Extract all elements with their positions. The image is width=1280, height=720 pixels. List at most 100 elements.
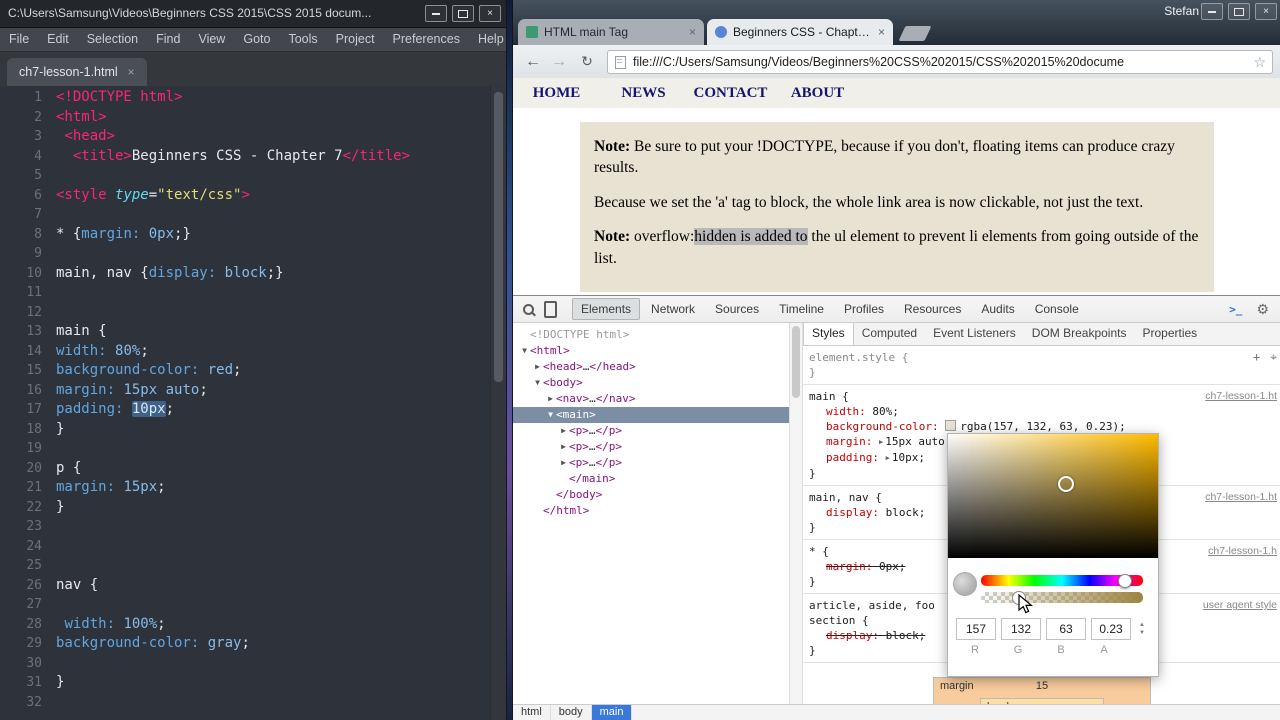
dom-node[interactable]: <!DOCTYPE html> — [513, 327, 789, 343]
code-line[interactable]: 13 main { — [0, 322, 491, 342]
menu-item[interactable]: Goto — [234, 28, 279, 51]
code-line[interactable]: 29 background-color: gray; — [0, 634, 491, 654]
element-state-icon[interactable]: ⌖ — [1270, 350, 1277, 365]
menu-item[interactable]: Selection — [78, 28, 147, 51]
minimize-button[interactable] — [1201, 3, 1223, 20]
menu-item[interactable]: View — [189, 28, 234, 51]
scrollbar-thumb[interactable] — [494, 92, 503, 382]
editor-tab[interactable]: ch7-lesson-1.html × — [7, 58, 147, 86]
tab-close-icon[interactable]: × — [128, 65, 135, 79]
elements-scrollbar[interactable] — [789, 323, 803, 705]
tab-close-icon[interactable]: × — [878, 25, 885, 39]
dom-node[interactable]: ▶ <p>…</p> — [513, 439, 789, 455]
code-line[interactable]: 6 <style type="text/css"> — [0, 186, 491, 206]
css-property[interactable]: width: 80%; — [809, 404, 1277, 419]
tree-toggle-icon[interactable]: ▶ — [532, 359, 543, 375]
sidebar-tab[interactable]: Styles — [803, 323, 854, 345]
color-selection-ring[interactable] — [1058, 476, 1074, 492]
red-value-input[interactable]: 157 — [956, 618, 996, 640]
new-style-rule-icon[interactable]: + — [1253, 350, 1260, 365]
settings-gear-icon[interactable]: ⚙ — [1256, 301, 1269, 318]
stepper-up-icon[interactable]: ▲ — [1139, 622, 1145, 628]
breadcrumb-item[interactable]: main — [591, 705, 633, 720]
code-line[interactable]: 2 <html> — [0, 108, 491, 128]
devtools-panel-tab[interactable]: Resources — [895, 298, 970, 320]
inspect-element-icon[interactable] — [519, 300, 537, 318]
code-line[interactable]: 15 background-color: red; — [0, 361, 491, 381]
sidebar-tab[interactable]: Event Listeners — [925, 323, 1024, 345]
code-line[interactable]: 17 padding: 10px; — [0, 400, 491, 420]
devtools-panel-tab[interactable]: Timeline — [770, 298, 833, 320]
nav-link[interactable]: NEWS — [600, 78, 687, 108]
dom-node[interactable]: ▶ <p>…</p> — [513, 423, 789, 439]
color-format-stepper[interactable]: ▲ ▼ — [1139, 622, 1145, 636]
devtools-panel-tab[interactable]: Console — [1026, 298, 1088, 320]
menu-item[interactable]: Find — [147, 28, 189, 51]
maximize-button[interactable] — [452, 5, 474, 22]
devtools-panel-tab[interactable]: Profiles — [835, 298, 893, 320]
menu-item[interactable]: Edit — [38, 28, 78, 51]
css-property[interactable]: background-color: rgba(157, 132, 63, 0.2… — [809, 419, 1277, 434]
hue-slider-knob[interactable] — [1117, 574, 1132, 588]
code-line[interactable]: 9 — [0, 244, 491, 264]
menu-item[interactable]: File — [0, 28, 38, 51]
box-model[interactable]: margin 15 border – — [803, 677, 1280, 705]
code-line[interactable]: 12 — [0, 303, 491, 323]
code-line[interactable]: 7 — [0, 205, 491, 225]
expand-shorthand-icon[interactable]: ▶ — [886, 454, 890, 462]
margin-top-value[interactable]: 15 — [934, 680, 1150, 692]
devtools-panel-tab[interactable]: Elements — [572, 298, 641, 320]
menu-item[interactable]: Project — [327, 28, 384, 51]
sidebar-tab[interactable]: Properties — [1134, 323, 1205, 345]
close-button[interactable]: × — [1255, 3, 1277, 20]
code-line[interactable]: 3 <head> — [0, 127, 491, 147]
address-bar[interactable]: file:///C:/Users/Samsung/Videos/Beginner… — [607, 50, 1273, 74]
code-line[interactable]: 25 — [0, 556, 491, 576]
tree-toggle-icon[interactable]: ▶ — [545, 391, 556, 407]
code-line[interactable]: 26 nav { — [0, 576, 491, 596]
alpha-value-input[interactable]: 0.23 — [1091, 618, 1131, 640]
new-tab-button[interactable] — [898, 26, 932, 41]
saturation-gradient[interactable] — [948, 434, 1158, 558]
devtools-panel-tab[interactable]: Network — [642, 298, 704, 320]
code-line[interactable]: 20 p { — [0, 459, 491, 479]
expand-shorthand-icon[interactable]: ▶ — [879, 438, 883, 446]
tree-toggle-icon[interactable]: ▶ — [558, 423, 569, 439]
code-line[interactable]: 4 <title>Beginners CSS - Chapter 7</titl… — [0, 147, 491, 167]
code-line[interactable]: 21 margin: 15px; — [0, 478, 491, 498]
bookmark-star-icon[interactable]: ☆ — [1253, 51, 1266, 73]
scrollbar-thumb[interactable] — [792, 326, 800, 398]
url-text[interactable]: file:///C:/Users/Samsung/Videos/Beginner… — [633, 51, 1248, 73]
code-line[interactable]: 27 — [0, 595, 491, 615]
nav-link[interactable]: ABOUT — [774, 78, 861, 108]
tab-close-icon[interactable]: × — [689, 25, 696, 39]
eyedropper-swatch-icon[interactable] — [953, 572, 977, 596]
dom-node[interactable]: ▶ <nav>…</nav> — [513, 391, 789, 407]
tree-toggle-icon[interactable]: ▼ — [532, 375, 543, 391]
nav-link[interactable]: HOME — [513, 78, 600, 108]
code-line[interactable]: 11 — [0, 283, 491, 303]
close-button[interactable]: × — [479, 5, 501, 22]
hue-slider[interactable] — [981, 574, 1143, 588]
dom-node[interactable]: ▶ <head>…</head> — [513, 359, 789, 375]
code-line[interactable]: 24 — [0, 537, 491, 557]
code-line[interactable]: 14 width: 80%; — [0, 342, 491, 362]
tree-toggle-icon[interactable]: ▶ — [558, 439, 569, 455]
dom-node[interactable]: ▼ <main> — [513, 407, 789, 423]
alpha-slider[interactable] — [981, 591, 1143, 605]
dom-node[interactable]: </body> — [513, 487, 789, 503]
code-line[interactable]: 30 — [0, 654, 491, 674]
minimize-button[interactable] — [425, 5, 447, 22]
elements-tree[interactable]: <!DOCTYPE html> ▼ <html> ▶ <head>…</head> ▼ <b… — [513, 323, 789, 705]
browser-tab[interactable]: HTML main Tag × — [518, 19, 704, 45]
devtools-panel-tab[interactable]: Sources — [706, 298, 768, 320]
sidebar-tab[interactable]: DOM Breakpoints — [1024, 323, 1135, 345]
green-value-input[interactable]: 132 — [1001, 618, 1041, 640]
rule-selector[interactable]: element.style { — [809, 350, 1277, 365]
box-model-margin[interactable]: margin 15 border – — [933, 677, 1151, 705]
dom-node[interactable]: </main> — [513, 471, 789, 487]
menu-item[interactable]: Tools — [279, 28, 326, 51]
tree-toggle-icon[interactable]: ▼ — [545, 407, 556, 423]
dom-node[interactable]: ▼ <html> — [513, 343, 789, 359]
nav-link[interactable]: CONTACT — [687, 78, 774, 108]
